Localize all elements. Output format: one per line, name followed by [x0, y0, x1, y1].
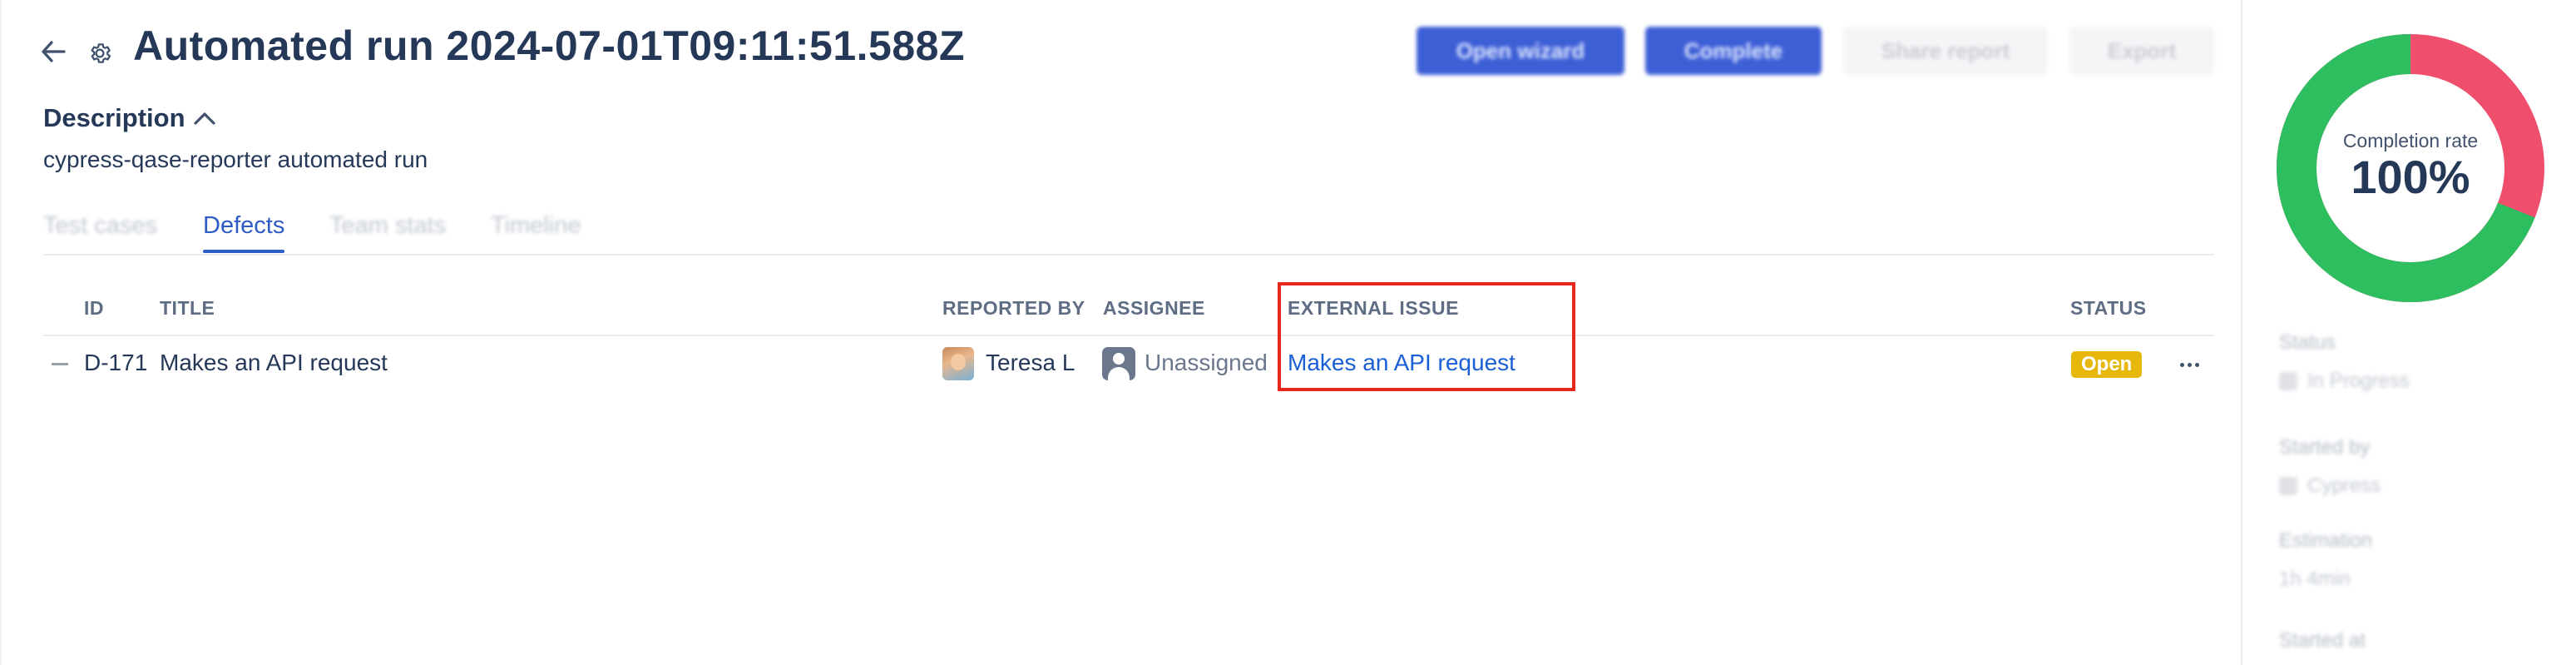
meta-label: Started by — [2279, 436, 2371, 459]
meta-started-at: Started at — [2279, 629, 2366, 653]
meta-value-text: Cypress — [2307, 474, 2381, 497]
tab-test-cases[interactable]: Test cases — [43, 212, 157, 240]
meta-label: Estimation — [2279, 529, 2373, 552]
chevron-up-icon — [193, 112, 215, 125]
column-header-title[interactable]: TITLE — [160, 297, 215, 320]
completion-rate-value: 100% — [2351, 151, 2470, 203]
open-wizard-button[interactable]: Open wizard — [1417, 27, 1624, 75]
meta-value-text: 1h 4min — [2279, 568, 2351, 590]
column-header-id[interactable]: ID — [84, 297, 104, 320]
status-badge: Open — [2071, 351, 2143, 378]
main-content: Automated run 2024-07-01T09:11:51.588Z O… — [0, 0, 2241, 665]
meta-value-text: In Progress — [2307, 370, 2410, 392]
completion-donut: Completion rate 100% — [2276, 33, 2545, 303]
share-report-button[interactable]: Share report — [1843, 27, 2048, 75]
tab-team-stats[interactable]: Team stats — [329, 212, 446, 240]
description-title: Description — [43, 103, 185, 132]
defect-id: D-171 — [84, 350, 148, 375]
column-header-assignee[interactable]: ASSIGNEE — [1103, 297, 1205, 320]
gear-icon[interactable] — [85, 38, 115, 68]
meta-estimation: Estimation 1h 4min — [2279, 529, 2372, 591]
run-summary-panel: Completion rate 100% Status In Progress … — [2241, 0, 2576, 665]
column-header-status[interactable]: STATUS — [2070, 297, 2147, 320]
description-toggle[interactable]: Description — [43, 103, 217, 133]
column-header-reported-by[interactable]: REPORTED BY — [942, 297, 1085, 320]
meta-label: Started at — [2279, 629, 2366, 652]
complete-button[interactable]: Complete — [1645, 27, 1822, 75]
tab-bar: Test cases Defects Team stats Timeline — [43, 212, 2214, 256]
meta-status: Status In Progress — [2279, 331, 2410, 393]
meta-value: 1h 4min — [2279, 568, 2372, 591]
meta-started-by: Started by Cypress — [2279, 436, 2381, 498]
export-button[interactable]: Export — [2069, 27, 2214, 75]
reported-by-name: Teresa L — [986, 350, 1075, 375]
tab-timeline[interactable]: Timeline — [491, 212, 581, 240]
description-text: cypress-qase-reporter automated run — [43, 146, 428, 172]
more-icon[interactable] — [2174, 351, 2204, 378]
assignee-name[interactable]: Unassigned — [1145, 350, 1268, 376]
tab-defects[interactable]: Defects — [203, 212, 285, 253]
avatar — [942, 347, 974, 380]
row-indent-dash — [52, 363, 68, 365]
page-title: Automated run 2024-07-01T09:11:51.588Z — [133, 22, 965, 69]
meta-value: In Progress — [2279, 370, 2410, 393]
highlight-box — [1278, 282, 1575, 391]
completion-rate-label: Completion rate — [2342, 130, 2479, 151]
arrow-left-icon[interactable] — [38, 37, 68, 67]
meta-label: Status — [2279, 331, 2336, 354]
meta-value: Cypress — [2279, 474, 2381, 498]
table-row[interactable]: D-171 Makes an API request Teresa L Unas… — [43, 336, 2214, 393]
defect-title[interactable]: Makes an API request — [160, 350, 388, 376]
user-icon — [1102, 347, 1135, 380]
